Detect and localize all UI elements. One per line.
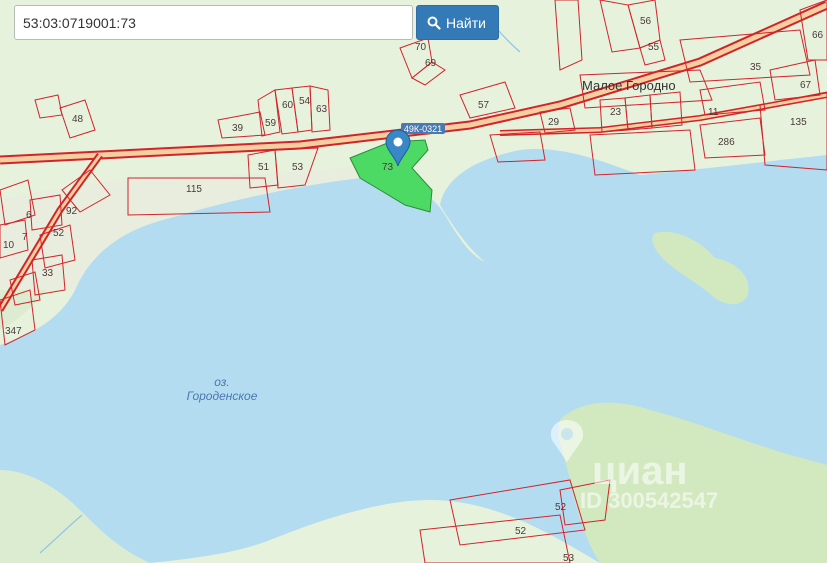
parcel-number-label: 52	[555, 502, 567, 513]
parcel-number-label: 67	[800, 80, 812, 91]
lake-label-prefix: оз.	[214, 375, 229, 389]
parcel-number-label: 10	[3, 240, 15, 251]
parcel-number-label: 56	[640, 16, 652, 27]
parcel-number-label: 52	[53, 228, 65, 239]
parcel-number-label: 69	[425, 58, 437, 69]
parcel-number-label: 53	[292, 162, 304, 173]
parcel-number-label: 48	[72, 114, 84, 125]
lake-label-name: Городенское	[187, 389, 258, 403]
parcel-number-label: 33	[42, 268, 54, 279]
parcel-number-label: 53	[563, 553, 575, 563]
parcel-number-label: 54	[299, 96, 311, 107]
parcel-number-label: 63	[316, 104, 328, 115]
parcel-number-label: 115	[186, 184, 202, 195]
parcel-number-label: 92	[66, 206, 78, 217]
parcel-number-label: 23	[610, 107, 622, 118]
watermark-id: ID 300542547	[580, 488, 718, 513]
parcel-number-label: 51	[258, 162, 270, 173]
parcel-number-label: 59	[265, 118, 277, 129]
map-canvas[interactable]: 73 49К-0321 56557069 356667574839 5960 5463…	[0, 0, 827, 563]
search-button-label: Найти	[446, 14, 486, 31]
parcel-number-label: 7	[22, 232, 28, 243]
cadastral-search-input[interactable]	[14, 5, 413, 40]
parcel-number-label: 66	[812, 30, 824, 41]
road-shield: 49К-0321	[401, 123, 445, 134]
parcel-number-label: 135	[790, 117, 807, 128]
road-label: 49К-0321	[404, 124, 442, 134]
search-bar: Найти	[14, 5, 499, 40]
search-button[interactable]: Найти	[416, 5, 499, 40]
parcel-number-label: 29	[548, 117, 560, 128]
parcel-number-label: 70	[415, 42, 427, 53]
village-label: Малое Городно	[582, 78, 676, 93]
parcel-number-label: 60	[282, 100, 294, 111]
parcel-number-label: 11	[708, 107, 719, 118]
selected-parcel-label: 73	[382, 162, 394, 173]
parcel-number-label: 55	[648, 42, 660, 53]
parcel-number-label: 57	[478, 100, 490, 111]
parcel-number-label: 35	[750, 62, 762, 73]
parcel-number-label: 286	[718, 137, 735, 148]
parcel-number-label: 39	[232, 123, 244, 134]
parcel-number-label: 347	[5, 326, 22, 337]
search-icon	[427, 16, 441, 30]
watermark-brand: циан	[592, 449, 688, 493]
parcel-number-label: 52	[515, 526, 527, 537]
parcel-number-label: 6	[26, 210, 32, 221]
